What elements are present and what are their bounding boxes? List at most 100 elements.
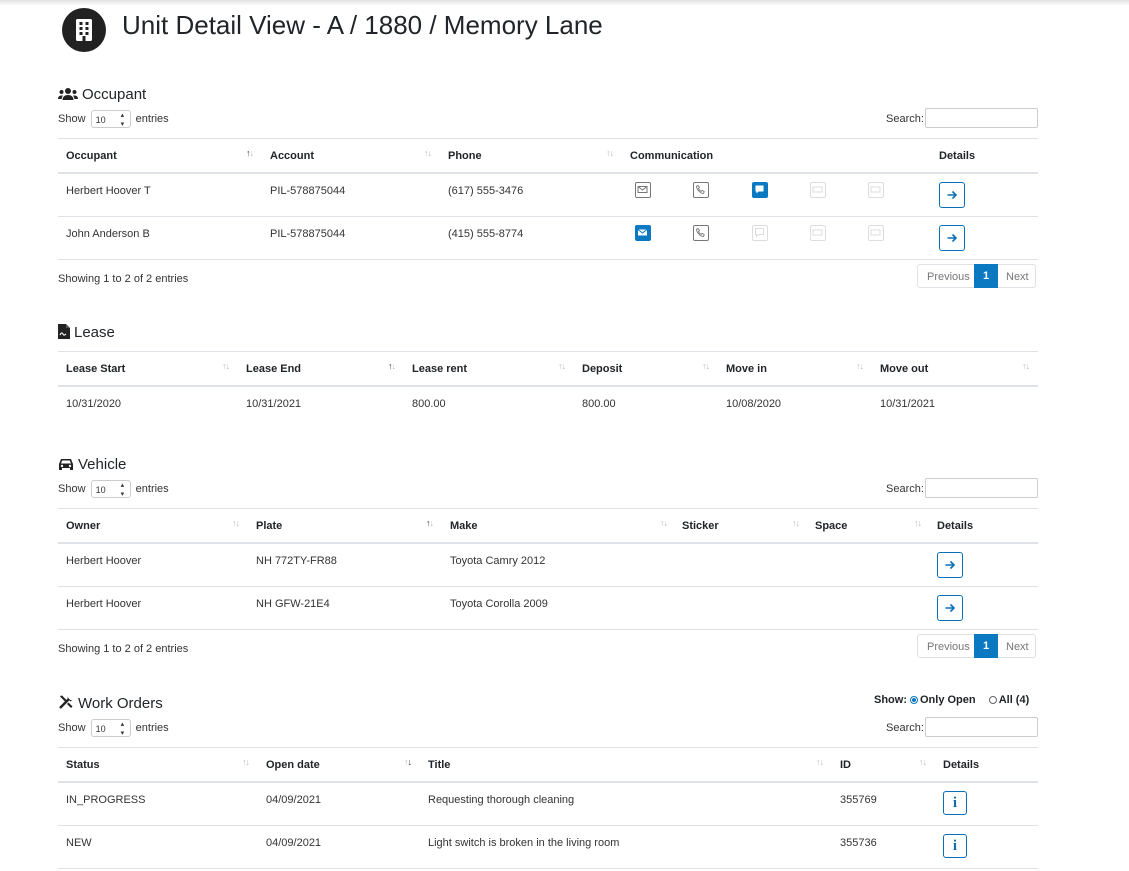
table-row: Herbert Hoover NH GFW-21E4 Toyota Coroll…: [58, 587, 1038, 630]
occupant-page-length-select[interactable]: 10: [90, 110, 131, 129]
phone-icon[interactable]: [693, 225, 709, 241]
sort-icon: ↑↓: [388, 361, 396, 371]
occupant-search-input[interactable]: [925, 108, 1038, 128]
arrow-right-icon: [945, 560, 956, 570]
col-account[interactable]: Account: [270, 150, 314, 162]
sort-icon: ↑↓: [856, 361, 864, 371]
mailbox-icon: [810, 182, 826, 198]
lease-table: Lease Start ↑↓ Lease End ↑↓ Lease rent ↑…: [58, 351, 1038, 421]
occupant-pagination: Previous 1 Next: [917, 264, 1036, 288]
vehicle-pagination: Previous 1 Next: [917, 634, 1036, 658]
sort-icon: ↑↓: [404, 757, 412, 767]
vehicle-table-info: Showing 1 to 2 of 2 entries: [58, 643, 189, 655]
sort-icon: ↑↓: [816, 757, 824, 767]
card-icon: [868, 182, 884, 198]
table-row: NEW 04/09/2021 Light switch is broken in…: [58, 826, 1038, 869]
lease-title: Lease: [74, 324, 115, 341]
work-orders-length: Show 10 entries: [58, 719, 169, 738]
work-orders-table: Status ↑↓ Open date ↑↓ Title ↑↓ ID ↑↓ De…: [58, 747, 1038, 869]
next-page-button[interactable]: Next: [1006, 271, 1029, 283]
sort-icon: ↑↓: [246, 148, 254, 158]
vehicle-search-input[interactable]: [925, 478, 1038, 498]
table-row: John Anderson B PIL-578875044 (415) 555-…: [58, 217, 1038, 260]
col-open-date[interactable]: Open date: [266, 759, 320, 771]
previous-page-button[interactable]: Previous: [927, 641, 970, 653]
sort-icon: ↑↓: [426, 518, 434, 528]
col-id[interactable]: ID: [840, 759, 851, 771]
work-orders-page-length-select[interactable]: 10: [90, 719, 131, 738]
col-lease-start[interactable]: Lease Start: [66, 363, 125, 375]
envelope-icon[interactable]: [635, 225, 651, 241]
sort-icon: ↑↓: [606, 148, 614, 158]
col-make[interactable]: Make: [450, 520, 478, 532]
col-sticker[interactable]: Sticker: [682, 520, 719, 532]
all-radio[interactable]: [988, 696, 997, 704]
message-icon[interactable]: [752, 182, 768, 198]
col-details: Details: [937, 520, 974, 532]
page-1-button[interactable]: 1: [974, 264, 998, 288]
col-communication: Communication: [630, 150, 714, 162]
col-move-out[interactable]: Move out: [880, 363, 928, 375]
occupant-details-button[interactable]: [939, 225, 965, 251]
col-deposit[interactable]: Deposit: [582, 363, 622, 375]
occupant-search: Search:: [886, 108, 1038, 128]
sort-icon: ↑↓: [1022, 361, 1030, 371]
col-plate[interactable]: Plate: [256, 520, 282, 532]
vehicle-title: Vehicle: [78, 456, 127, 473]
col-space[interactable]: Space: [815, 520, 847, 532]
col-status[interactable]: Status: [66, 759, 100, 771]
table-row: 10/31/2020 10/31/2021 800.00 800.00 10/0…: [66, 398, 936, 410]
occupant-details-button[interactable]: [939, 182, 965, 208]
occupant-length: Show 10 entries: [58, 110, 169, 129]
previous-page-button[interactable]: Previous: [927, 271, 970, 283]
only-open-radio[interactable]: [910, 696, 918, 704]
col-occupant[interactable]: Occupant: [66, 150, 117, 162]
only-open-label[interactable]: Only Open: [920, 694, 976, 706]
info-icon: i: [952, 838, 958, 854]
sort-icon: ↑↓: [792, 518, 800, 528]
lease-table-header: Lease Start ↑↓ Lease End ↑↓ Lease rent ↑…: [58, 351, 1038, 387]
sort-icon: ↑↓: [919, 757, 927, 767]
work-orders-search-input[interactable]: [925, 717, 1038, 737]
occupant-table-info: Showing 1 to 2 of 2 entries: [58, 273, 189, 285]
car-icon: [59, 459, 73, 470]
info-icon: i: [952, 795, 958, 811]
occupant-table: Occupant ↑↓ Account ↑↓ Phone ↑↓ Communic…: [58, 138, 1038, 260]
work-orders-title: Work Orders: [78, 695, 163, 712]
col-details: Details: [943, 759, 980, 771]
arrow-right-icon: [945, 603, 956, 613]
work-orders-table-header: Status ↑↓ Open date ↑↓ Title ↑↓ ID ↑↓ De…: [58, 747, 1038, 783]
envelope-icon[interactable]: [635, 182, 651, 198]
users-icon: [58, 88, 78, 100]
all-label[interactable]: All (4): [999, 694, 1030, 706]
sort-icon: ↑↓: [222, 361, 230, 371]
col-move-in[interactable]: Move in: [726, 363, 767, 375]
page-1-button[interactable]: 1: [974, 634, 998, 658]
lease-section-title: Lease: [58, 324, 115, 341]
table-row: Herbert Hoover NH 772TY-FR88 Toyota Camr…: [58, 544, 1038, 587]
tools-icon: [59, 695, 73, 709]
next-page-button[interactable]: Next: [1006, 641, 1029, 653]
vehicle-details-button[interactable]: [937, 595, 963, 621]
col-owner[interactable]: Owner: [66, 520, 100, 532]
table-row: Herbert Hoover T PIL-578875044 (617) 555…: [58, 174, 1038, 217]
sort-icon: ↑↓: [558, 361, 566, 371]
top-shadow: [0, 0, 1129, 6]
col-details: Details: [939, 150, 976, 162]
vehicle-length: Show 10 entries: [58, 480, 169, 499]
occupant-title: Occupant: [82, 86, 147, 103]
work-order-details-button[interactable]: i: [943, 834, 967, 858]
file-contract-icon: [58, 324, 70, 339]
col-title[interactable]: Title: [428, 759, 450, 771]
vehicle-details-button[interactable]: [937, 552, 963, 578]
col-lease-rent[interactable]: Lease rent: [412, 363, 467, 375]
vehicle-table-header: Owner ↑↓ Plate ↑↓ Make ↑↓ Sticker ↑↓ Spa…: [58, 508, 1038, 544]
sort-icon: ↑↓: [660, 518, 668, 528]
message-icon: [752, 225, 768, 241]
col-phone[interactable]: Phone: [448, 150, 482, 162]
vehicle-page-length-select[interactable]: 10: [90, 480, 131, 499]
col-lease-end[interactable]: Lease End: [246, 363, 301, 375]
phone-icon[interactable]: [693, 182, 709, 198]
work-order-details-button[interactable]: i: [943, 791, 967, 815]
sort-icon: ↑↓: [424, 148, 432, 158]
